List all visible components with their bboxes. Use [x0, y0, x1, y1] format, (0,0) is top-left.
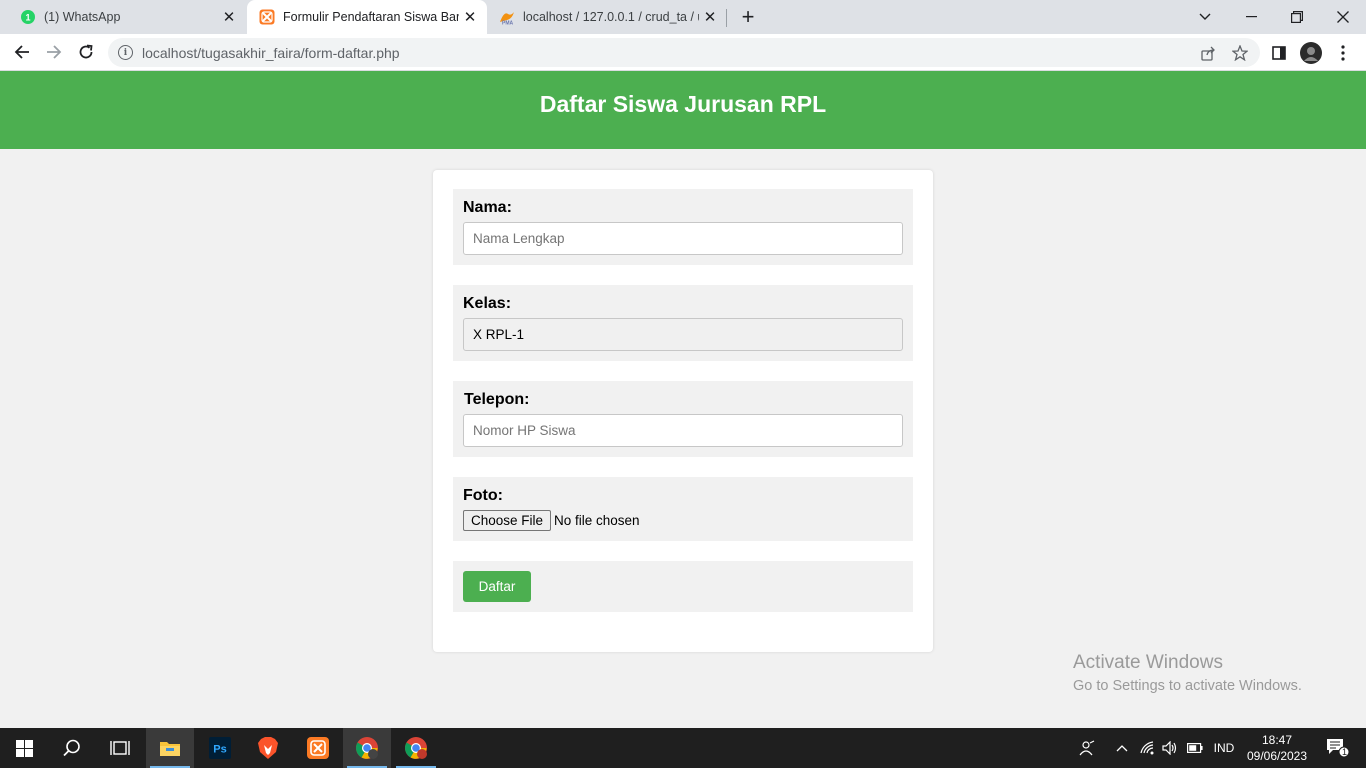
xampp-icon [307, 737, 329, 759]
telepon-input[interactable]: Nomor HP Siswa [463, 414, 903, 447]
side-panel-icon[interactable] [1268, 42, 1290, 64]
restore-button[interactable] [1274, 0, 1320, 34]
page-title: Daftar Siswa Jurusan RPL [539, 90, 827, 117]
windows-taskbar: Ps IND 18:47 09/06/2023 1 [0, 728, 1366, 768]
tab-phpmyadmin[interactable]: PMA localhost / 127.0.0.1 / crud_ta / u … [487, 0, 727, 34]
activate-windows-watermark: Activate Windows Go to Settings to activ… [1073, 652, 1302, 694]
chevron-up-icon[interactable] [1112, 728, 1132, 768]
close-tab-icon[interactable]: ✕ [699, 6, 721, 28]
svg-text:1: 1 [25, 13, 30, 23]
forward-button[interactable] [40, 38, 68, 66]
tab-title: (1) WhatsApp [44, 10, 121, 24]
minimize-button[interactable] [1228, 0, 1274, 34]
chrome-icon [356, 737, 378, 759]
photoshop-icon: Ps [209, 737, 231, 759]
close-window-button[interactable] [1320, 0, 1366, 34]
file-status: No file chosen [554, 513, 640, 528]
search-icon [63, 739, 80, 757]
svg-text:PMA: PMA [502, 21, 514, 26]
folder-icon [160, 742, 180, 756]
watermark-title: Activate Windows [1073, 652, 1223, 673]
nama-label: Nama: [463, 199, 512, 216]
form-group-nama: Nama: Nama Lengkap [453, 189, 913, 265]
watermark-subtitle: Go to Settings to activate Windows. [1073, 678, 1302, 694]
svg-text:Ps: Ps [213, 744, 226, 756]
share-icon[interactable] [1198, 43, 1218, 63]
xampp-icon [259, 9, 275, 25]
start-button[interactable] [0, 728, 48, 768]
chevron-down-icon [1199, 13, 1211, 20]
battery-icon[interactable] [1184, 728, 1206, 768]
notification-center-button[interactable]: 1 [1320, 728, 1356, 768]
profile-avatar[interactable] [1300, 42, 1322, 64]
tab-title: Formulir Pendaftaran Siswa Baru [283, 10, 459, 24]
form-group-submit: Daftar [453, 561, 913, 612]
taskbar-xampp[interactable] [294, 728, 342, 768]
taskbar-clock[interactable]: 18:47 09/06/2023 [1243, 732, 1311, 764]
reload-icon [79, 44, 93, 59]
tab-strip: 1 (1) WhatsApp ✕ Formulir Pendaftaran Si… [0, 0, 1366, 34]
telepon-label: Telepon: [464, 391, 530, 408]
site-info-icon[interactable]: i [118, 45, 133, 60]
address-bar[interactable]: i localhost/tugasakhir_faira/form-daftar… [108, 38, 1260, 67]
tab-title: localhost / 127.0.0.1 / crud_ta / u [523, 10, 699, 24]
kelas-label: Kelas: [463, 295, 512, 312]
volume-icon[interactable] [1160, 728, 1180, 768]
whatsapp-icon: 1 [21, 10, 35, 24]
new-tab-button[interactable]: + [736, 4, 760, 29]
arrow-left-icon [14, 45, 29, 59]
close-tab-icon[interactable]: ✕ [218, 6, 240, 28]
page-header: Daftar Siswa Jurusan RPL [0, 71, 1366, 149]
registration-form: Nama: Nama Lengkap Kelas: X RPL-1 Telepo… [433, 170, 933, 652]
wifi-icon[interactable] [1138, 728, 1158, 768]
chrome-icon [405, 737, 427, 759]
tab-whatsapp[interactable]: 1 (1) WhatsApp ✕ [8, 0, 246, 34]
task-view-icon [110, 741, 130, 755]
language-indicator[interactable]: IND [1208, 728, 1240, 768]
phpmyadmin-icon: PMA [500, 12, 514, 26]
clock-date: 09/06/2023 [1246, 749, 1308, 763]
choose-file-button[interactable]: Choose File [463, 510, 552, 531]
close-tab-icon[interactable]: ✕ [459, 6, 481, 28]
nama-input[interactable]: Nama Lengkap [463, 222, 903, 255]
kebab-menu-icon[interactable] [1332, 42, 1354, 64]
brave-icon [258, 737, 278, 759]
arrow-right-icon [47, 45, 62, 59]
form-group-telepon: Telepon: Nomor HP Siswa [453, 381, 913, 457]
taskbar-photoshop[interactable]: Ps [196, 728, 244, 768]
form-group-foto: Foto: Choose File No file chosen [453, 477, 913, 541]
taskbar-brave[interactable] [244, 728, 292, 768]
notification-count: 1 [1342, 747, 1348, 757]
minimize-icon [1245, 16, 1257, 18]
reload-button[interactable] [72, 38, 100, 66]
tab-formulir[interactable]: Formulir Pendaftaran Siswa Baru ✕ [247, 0, 487, 34]
task-view-button[interactable] [96, 728, 144, 768]
bookmark-star-icon[interactable] [1230, 43, 1250, 63]
tab-search-button[interactable] [1182, 0, 1228, 34]
windows-logo-icon [15, 739, 33, 757]
kelas-select[interactable]: X RPL-1 [463, 318, 903, 351]
restore-icon [1291, 11, 1303, 23]
taskbar-chrome-1[interactable] [343, 728, 391, 768]
browser-toolbar: i localhost/tugasakhir_faira/form-daftar… [0, 34, 1366, 71]
search-button[interactable] [48, 728, 96, 768]
taskbar-file-explorer[interactable] [146, 728, 194, 768]
tab-divider [726, 9, 727, 27]
close-icon [1337, 11, 1349, 23]
clock-time: 18:47 [1261, 733, 1293, 747]
back-button[interactable] [8, 38, 36, 66]
url-text[interactable]: localhost/tugasakhir_faira/form-daftar.p… [142, 45, 400, 61]
form-group-kelas: Kelas: X RPL-1 [453, 285, 913, 361]
daftar-button[interactable]: Daftar [463, 571, 531, 602]
foto-label: Foto: [463, 487, 503, 504]
taskbar-chrome-2[interactable] [392, 728, 440, 768]
people-icon[interactable] [1076, 728, 1098, 768]
